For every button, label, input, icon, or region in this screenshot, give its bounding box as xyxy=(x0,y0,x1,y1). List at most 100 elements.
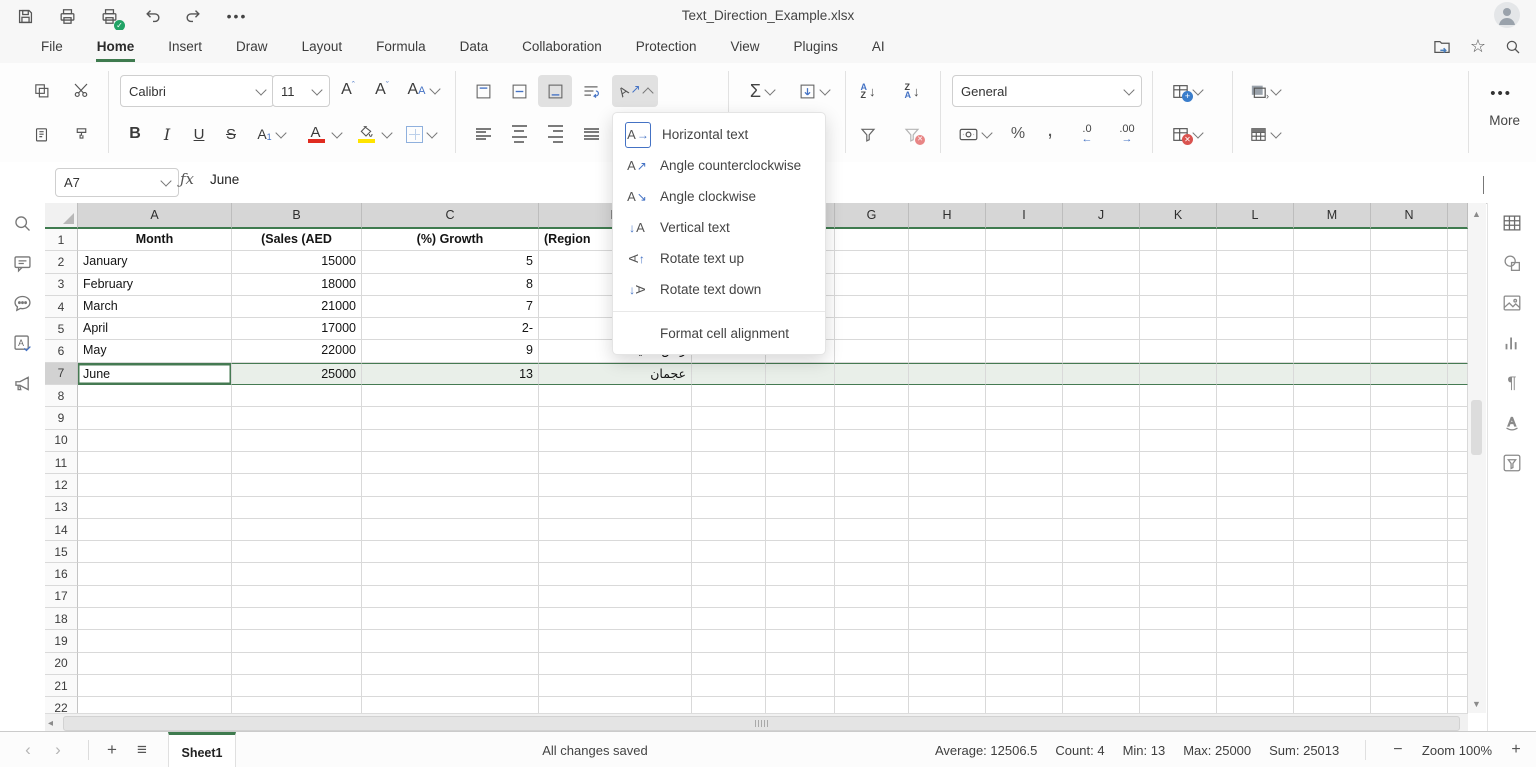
tab-draw[interactable]: Draw xyxy=(223,30,281,63)
cell-B19[interactable] xyxy=(232,630,362,652)
filter-button[interactable] xyxy=(850,119,886,149)
paste-button[interactable] xyxy=(26,119,56,149)
cell-E8[interactable] xyxy=(692,385,766,407)
cell-F7[interactable] xyxy=(766,363,835,385)
cell-J5[interactable] xyxy=(1063,318,1140,340)
cell-E17[interactable] xyxy=(692,586,766,608)
cell-L17[interactable] xyxy=(1217,586,1294,608)
cell-G15[interactable] xyxy=(835,541,909,563)
font-name-select[interactable]: Calibri xyxy=(120,75,274,107)
increase-decimal-button[interactable]: .00→ xyxy=(1108,119,1146,149)
format-painter-button[interactable] xyxy=(66,119,96,149)
cell-K13[interactable] xyxy=(1140,497,1217,519)
cell-K22[interactable] xyxy=(1140,697,1217,713)
cell-M3[interactable] xyxy=(1294,274,1371,296)
scroll-left-arrow[interactable]: ◂ xyxy=(48,718,53,729)
cell-E13[interactable] xyxy=(692,497,766,519)
cell-M5[interactable] xyxy=(1294,318,1371,340)
tab-collaboration[interactable]: Collaboration xyxy=(509,30,615,63)
cell-K14[interactable] xyxy=(1140,519,1217,541)
cell-I8[interactable] xyxy=(986,385,1063,407)
horizontal-scroll-thumb[interactable] xyxy=(63,716,1460,731)
cell-G13[interactable] xyxy=(835,497,909,519)
cell-partial-r9[interactable] xyxy=(1448,407,1468,429)
cell-J6[interactable] xyxy=(1063,340,1140,362)
cell-partial-r12[interactable] xyxy=(1448,474,1468,496)
cell-H3[interactable] xyxy=(909,274,986,296)
cell-M11[interactable] xyxy=(1294,452,1371,474)
cell-M22[interactable] xyxy=(1294,697,1371,713)
cell-C20[interactable] xyxy=(362,653,539,675)
align-left-button[interactable] xyxy=(466,119,500,149)
cell-B6[interactable]: 22000 xyxy=(232,340,362,362)
cell-D20[interactable] xyxy=(539,653,692,675)
cell-M1[interactable] xyxy=(1294,229,1371,251)
text-art-settings-button[interactable]: A xyxy=(1488,403,1536,443)
cell-E18[interactable] xyxy=(692,608,766,630)
cell-J21[interactable] xyxy=(1063,675,1140,697)
cell-M6[interactable] xyxy=(1294,340,1371,362)
cell-C16[interactable] xyxy=(362,563,539,585)
chart-settings-button[interactable] xyxy=(1488,323,1536,363)
cell-A10[interactable] xyxy=(78,430,232,452)
cell-partial-r13[interactable] xyxy=(1448,497,1468,519)
cell-D7[interactable]: عجمان xyxy=(539,363,692,385)
tab-data[interactable]: Data xyxy=(447,30,502,63)
cell-K2[interactable] xyxy=(1140,251,1217,273)
cell-L10[interactable] xyxy=(1217,430,1294,452)
tab-ai[interactable]: AI xyxy=(859,30,898,63)
cell-H8[interactable] xyxy=(909,385,986,407)
fill-color-button[interactable] xyxy=(348,119,396,149)
cell-K3[interactable] xyxy=(1140,274,1217,296)
cell-B12[interactable] xyxy=(232,474,362,496)
row-header-15[interactable]: 15 xyxy=(45,541,78,563)
row-header-5[interactable]: 5 xyxy=(45,318,78,340)
cell-partial-r15[interactable] xyxy=(1448,541,1468,563)
cell-H6[interactable] xyxy=(909,340,986,362)
cell-H12[interactable] xyxy=(909,474,986,496)
cell-H9[interactable] xyxy=(909,407,986,429)
next-sheet-button[interactable]: › xyxy=(44,732,72,767)
customize-quick-access-button[interactable]: ••• xyxy=(224,3,250,29)
cell-M17[interactable] xyxy=(1294,586,1371,608)
cell-L3[interactable] xyxy=(1217,274,1294,296)
cell-partial-r21[interactable] xyxy=(1448,675,1468,697)
menu-item-angle-counterclockwise[interactable]: A↗Angle counterclockwise xyxy=(613,150,825,181)
align-bottom-button[interactable] xyxy=(538,75,572,107)
cell-J2[interactable] xyxy=(1063,251,1140,273)
cell-L19[interactable] xyxy=(1217,630,1294,652)
cell-H11[interactable] xyxy=(909,452,986,474)
cell-N11[interactable] xyxy=(1371,452,1448,474)
cell-K21[interactable] xyxy=(1140,675,1217,697)
cell-B15[interactable] xyxy=(232,541,362,563)
horizontal-scrollbar[interactable]: ◂ xyxy=(45,713,1468,732)
row-header-17[interactable]: 17 xyxy=(45,586,78,608)
cell-H17[interactable] xyxy=(909,586,986,608)
cell-J3[interactable] xyxy=(1063,274,1140,296)
expand-formula-bar-button[interactable] xyxy=(1483,176,1484,194)
cell-N18[interactable] xyxy=(1371,608,1448,630)
cell-D13[interactable] xyxy=(539,497,692,519)
insert-function-button[interactable]: ƒx xyxy=(180,170,194,188)
cell-G16[interactable] xyxy=(835,563,909,585)
cell-D19[interactable] xyxy=(539,630,692,652)
cell-C12[interactable] xyxy=(362,474,539,496)
cell-partial-r18[interactable] xyxy=(1448,608,1468,630)
cell-J14[interactable] xyxy=(1063,519,1140,541)
cell-L15[interactable] xyxy=(1217,541,1294,563)
cell-I19[interactable] xyxy=(986,630,1063,652)
cell-L5[interactable] xyxy=(1217,318,1294,340)
cell-E15[interactable] xyxy=(692,541,766,563)
cell-M12[interactable] xyxy=(1294,474,1371,496)
cell-L20[interactable] xyxy=(1217,653,1294,675)
font-color-button[interactable]: A xyxy=(298,119,346,149)
column-header-C[interactable]: C xyxy=(362,203,539,229)
column-header-M[interactable]: M xyxy=(1294,203,1371,229)
cell-I4[interactable] xyxy=(986,296,1063,318)
align-right-button[interactable] xyxy=(538,119,572,149)
cell-B5[interactable]: 17000 xyxy=(232,318,362,340)
cell-N20[interactable] xyxy=(1371,653,1448,675)
cell-F18[interactable] xyxy=(766,608,835,630)
cell-M21[interactable] xyxy=(1294,675,1371,697)
cell-F14[interactable] xyxy=(766,519,835,541)
